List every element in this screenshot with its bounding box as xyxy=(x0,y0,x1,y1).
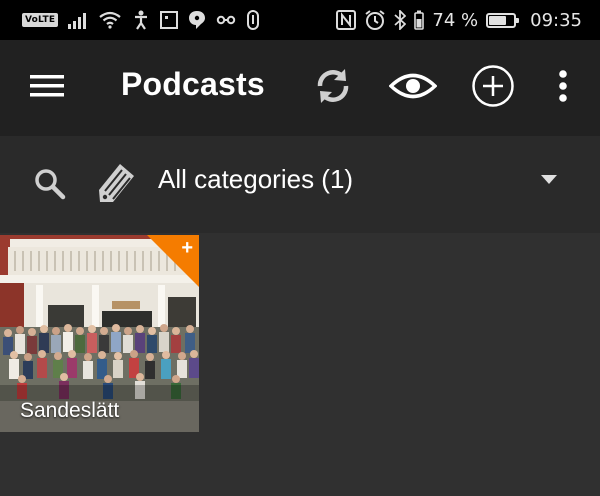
nfc-icon xyxy=(336,10,357,30)
eye-icon[interactable] xyxy=(389,63,437,109)
battery-level xyxy=(489,15,507,25)
refresh-icon[interactable] xyxy=(310,63,356,109)
alarm-icon xyxy=(364,9,386,31)
signal-icon xyxy=(68,11,88,29)
infinity-icon xyxy=(216,14,236,26)
battery-vibrate-icon xyxy=(414,10,425,30)
search-icon[interactable] xyxy=(32,166,68,202)
more-vert-icon[interactable] xyxy=(540,63,586,109)
page-title: Podcasts xyxy=(121,66,265,102)
podcast-tile[interactable]: + Sandeslätt xyxy=(0,235,199,432)
status-bar: VoLTE 74 % 09:35 xyxy=(0,0,600,40)
tag-edit-icon xyxy=(96,160,138,206)
link-icon xyxy=(246,10,260,30)
chat-icon xyxy=(188,10,206,30)
battery-icon xyxy=(486,12,520,28)
badge-plus-icon: + xyxy=(181,237,193,259)
filter-bar: All categories (1) xyxy=(0,136,600,233)
category-selector[interactable]: All categories (1) xyxy=(158,164,353,195)
chevron-down-icon[interactable] xyxy=(538,172,560,188)
add-circle-icon[interactable] xyxy=(470,63,516,109)
battery-percentage: 74 % xyxy=(432,9,479,31)
volte-icon: VoLTE xyxy=(22,13,59,27)
app-bar: Podcasts xyxy=(0,40,600,136)
wifi-icon xyxy=(98,11,122,29)
accessibility-icon xyxy=(132,10,150,30)
menu-icon[interactable] xyxy=(30,74,64,98)
podcast-title: Sandeslätt xyxy=(20,399,120,422)
square-icon xyxy=(160,11,179,29)
bluetooth-icon xyxy=(394,10,407,30)
clock: 09:35 xyxy=(530,9,582,31)
